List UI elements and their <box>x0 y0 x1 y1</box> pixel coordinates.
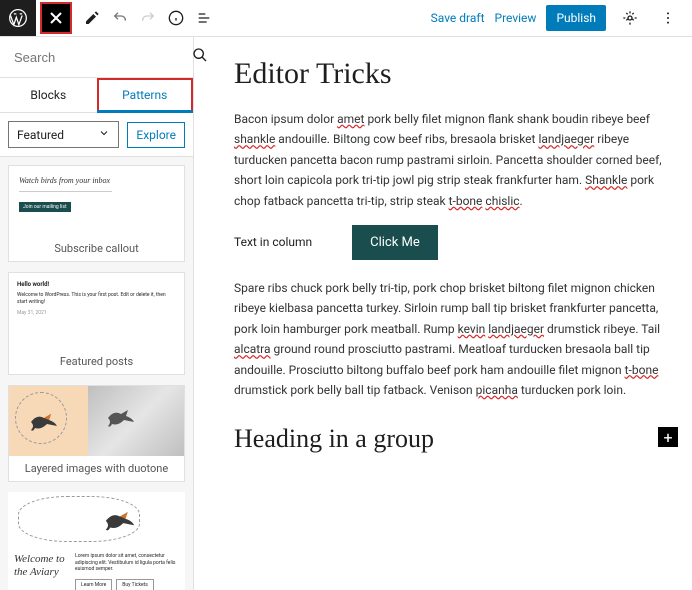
outline-icon[interactable] <box>192 6 216 30</box>
explore-button[interactable]: Explore <box>127 122 185 148</box>
chevron-down-icon <box>98 127 110 142</box>
pattern-subscribe-callout[interactable]: Watch birds from your inbox Join our mai… <box>8 165 185 262</box>
edit-icon[interactable] <box>80 6 104 30</box>
columns-block[interactable]: Text in column Click Me <box>234 225 662 260</box>
more-icon[interactable] <box>656 6 680 30</box>
publish-button[interactable]: Publish <box>546 5 606 31</box>
post-title[interactable]: Editor Tricks <box>234 57 662 91</box>
heading-block[interactable]: Heading in a group <box>234 424 662 454</box>
undo-icon[interactable] <box>108 6 132 30</box>
search-input[interactable] <box>12 49 192 66</box>
info-icon[interactable] <box>164 6 188 30</box>
click-me-button[interactable]: Click Me <box>352 225 438 260</box>
paragraph-block[interactable]: Spare ribs chuck pork belly tri-tip, por… <box>234 278 662 400</box>
save-draft-button[interactable]: Save draft <box>431 11 485 25</box>
wordpress-logo[interactable] <box>0 0 36 36</box>
preview-button[interactable]: Preview <box>495 11 537 25</box>
search-box[interactable] <box>0 37 193 78</box>
tab-patterns[interactable]: Patterns <box>97 78 194 112</box>
tab-blocks[interactable]: Blocks <box>0 78 97 112</box>
category-select-value: Featured <box>17 128 64 142</box>
pattern-welcome-aviary[interactable]: Welcome to the Aviary Lorem ipsum dolor … <box>8 492 185 590</box>
add-block-button[interactable]: + <box>658 427 678 447</box>
inserter-sidebar: Blocks Patterns Featured Explore Watch b… <box>0 37 194 590</box>
bird-icon <box>103 510 129 528</box>
settings-icon[interactable] <box>618 6 642 30</box>
column-text[interactable]: Text in column <box>234 235 312 249</box>
close-inserter-button[interactable] <box>40 2 72 34</box>
bird-icon <box>106 408 132 426</box>
editor-canvas[interactable]: Editor Tricks Bacon ipsum dolor amet por… <box>194 37 692 590</box>
pattern-layered-images[interactable]: Layered images with duotone <box>8 385 185 482</box>
pattern-featured-posts[interactable]: Hello world! Welcome to WordPress. This … <box>8 272 185 375</box>
paragraph-block[interactable]: Bacon ipsum dolor amet pork belly filet … <box>234 109 662 211</box>
category-select[interactable]: Featured <box>8 121 119 148</box>
redo-icon[interactable] <box>136 6 160 30</box>
